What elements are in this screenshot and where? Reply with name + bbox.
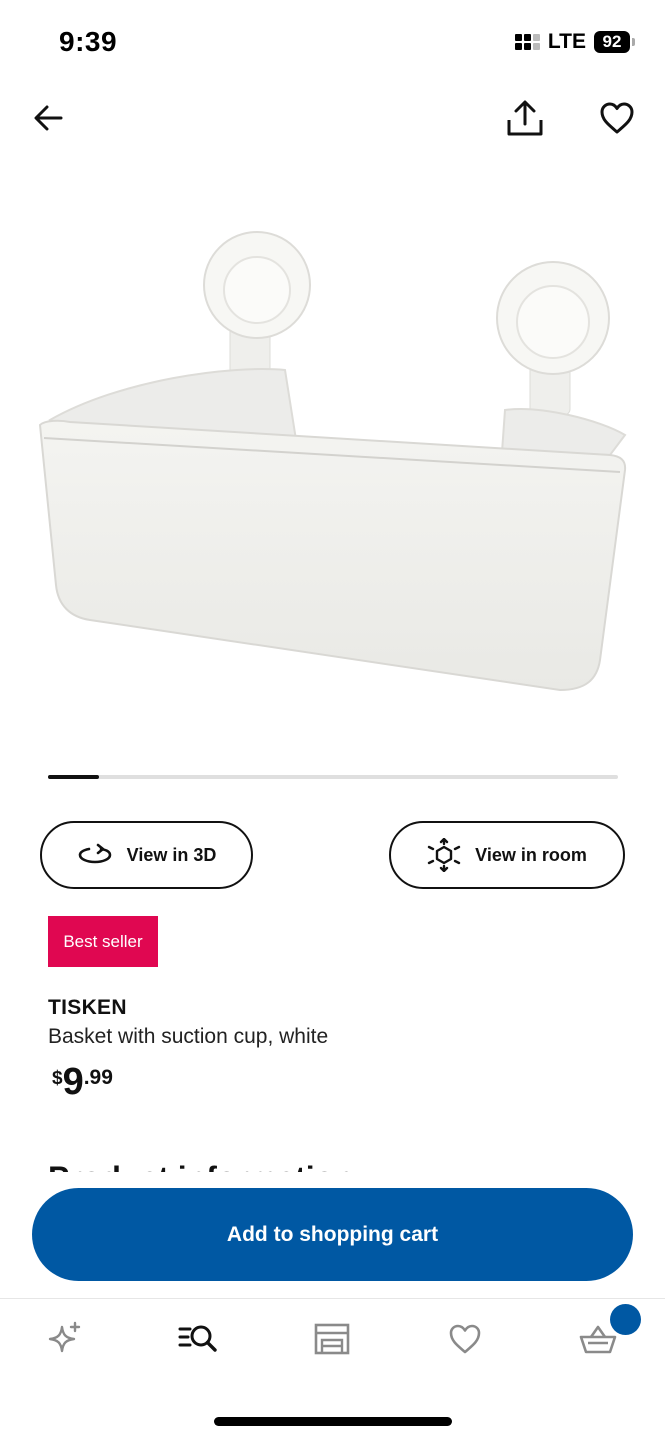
back-button[interactable]: [22, 92, 74, 144]
tab-favorites[interactable]: [435, 1317, 495, 1361]
price-decimal: .99: [83, 1066, 113, 1089]
view-in-3d-label: View in 3D: [126, 844, 217, 865]
price-currency: $: [52, 1068, 63, 1089]
signal-icon: [514, 34, 540, 50]
carousel-progress-fill: [48, 775, 100, 779]
tab-inspiration[interactable]: [35, 1317, 95, 1361]
add-to-cart-button[interactable]: Add to shopping cart: [32, 1188, 633, 1281]
top-nav: [0, 92, 665, 144]
status-indicators: LTE 92: [514, 30, 635, 54]
price-integer: 9: [62, 1061, 84, 1103]
product-name: TISKEN: [48, 996, 127, 1019]
favorite-button[interactable]: [591, 92, 643, 144]
search-list-icon: [178, 1325, 217, 1352]
view-in-room-button[interactable]: View in room: [389, 821, 625, 889]
product-price: $ 9 .99: [52, 1062, 113, 1102]
status-bar: 9:39 LTE 92: [0, 0, 665, 84]
product-image[interactable]: [0, 180, 665, 740]
heart-icon: [600, 102, 634, 134]
tab-stores[interactable]: [302, 1317, 362, 1361]
arrow-left-icon: [34, 105, 63, 131]
carousel-progress: [48, 775, 618, 779]
sparkle-icon: [48, 1321, 81, 1353]
network-label: LTE: [547, 30, 586, 53]
share-button[interactable]: [499, 92, 551, 144]
product-information-heading[interactable]: Product information: [48, 1160, 354, 1172]
product-description: Basket with suction cup, white: [48, 1025, 329, 1048]
tab-search[interactable]: [168, 1317, 228, 1361]
home-indicator: [214, 1417, 452, 1426]
share-icon: [507, 100, 543, 136]
battery-level: 92: [594, 31, 630, 53]
battery-icon: 92: [594, 31, 635, 53]
best-seller-badge: Best seller: [48, 916, 158, 967]
view-in-3d-button[interactable]: View in 3D: [40, 821, 253, 889]
rotate-3d-icon: [78, 843, 111, 864]
ar-cube-icon: [427, 838, 461, 872]
store-icon: [314, 1323, 350, 1355]
cart-notification-dot: [610, 1304, 641, 1335]
heart-outline-icon: [449, 1324, 481, 1354]
status-time: 9:39: [59, 26, 118, 57]
view-in-room-label: View in room: [475, 844, 587, 865]
basket-illustration: [38, 231, 627, 692]
